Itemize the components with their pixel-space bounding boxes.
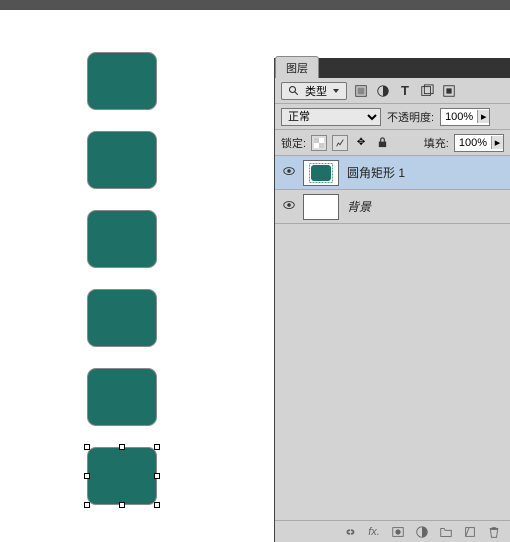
chevron-right-icon: ▸ bbox=[491, 136, 503, 149]
transform-handle[interactable] bbox=[154, 473, 160, 479]
layer-name[interactable]: 背景 bbox=[347, 198, 371, 215]
rounded-rect-shape[interactable] bbox=[87, 289, 157, 347]
transform-handle[interactable] bbox=[84, 444, 90, 450]
filter-type-text-icon[interactable]: T bbox=[397, 83, 413, 99]
filter-smartobject-icon[interactable] bbox=[441, 83, 457, 99]
blend-mode-select[interactable]: 正常 bbox=[281, 108, 381, 126]
chevron-right-icon: ▸ bbox=[477, 110, 489, 123]
lock-brush-icon[interactable] bbox=[332, 135, 348, 151]
search-icon bbox=[286, 83, 302, 99]
lock-row: 锁定: ✥ 填充: 100% ▸ bbox=[275, 130, 510, 156]
rounded-rect-shape[interactable] bbox=[87, 447, 157, 505]
layer-row[interactable]: 圆角矩形 1 bbox=[275, 156, 510, 190]
blend-row: 正常 不透明度: 100% ▸ bbox=[275, 104, 510, 130]
group-icon[interactable] bbox=[438, 524, 454, 540]
link-layers-icon[interactable] bbox=[342, 524, 358, 540]
fx-icon[interactable]: fx. bbox=[366, 524, 382, 540]
layer-row[interactable]: 背景 bbox=[275, 190, 510, 224]
visibility-eye-icon[interactable] bbox=[275, 164, 303, 181]
layer-thumbnail[interactable] bbox=[303, 160, 339, 186]
transform-handle[interactable] bbox=[84, 473, 90, 479]
filter-pixel-icon[interactable] bbox=[353, 83, 369, 99]
chevron-down-icon bbox=[330, 84, 342, 98]
new-layer-icon[interactable] bbox=[462, 524, 478, 540]
opacity-input[interactable]: 100% ▸ bbox=[440, 108, 490, 126]
rounded-rect-shape[interactable] bbox=[87, 131, 157, 189]
panel-footer: fx. bbox=[275, 520, 510, 542]
delete-icon[interactable] bbox=[486, 524, 502, 540]
layers-list: 圆角矩形 1 背景 bbox=[275, 156, 510, 520]
canvas-area[interactable] bbox=[0, 10, 274, 542]
rounded-rect-shape[interactable] bbox=[87, 52, 157, 110]
transform-handle[interactable] bbox=[119, 502, 125, 508]
tab-layers[interactable]: 图层 bbox=[275, 56, 319, 78]
filter-adjustment-icon[interactable] bbox=[375, 83, 391, 99]
layer-name[interactable]: 圆角矩形 1 bbox=[347, 164, 405, 181]
lock-move-icon[interactable]: ✥ bbox=[353, 135, 369, 151]
transform-handle[interactable] bbox=[119, 444, 125, 450]
layer-thumbnail[interactable] bbox=[303, 194, 339, 220]
rounded-rect-shape[interactable] bbox=[87, 210, 157, 268]
transform-handle[interactable] bbox=[154, 502, 160, 508]
rounded-rect-shape[interactable] bbox=[87, 368, 157, 426]
panel-tabs: 图层 bbox=[275, 58, 510, 78]
lock-label: 锁定: bbox=[281, 135, 306, 151]
fill-input[interactable]: 100% ▸ bbox=[454, 134, 504, 152]
lock-transparent-icon[interactable] bbox=[311, 135, 327, 151]
opacity-label: 不透明度: bbox=[387, 109, 434, 125]
filter-label: 类型 bbox=[305, 83, 327, 99]
visibility-eye-icon[interactable] bbox=[275, 198, 303, 215]
transform-handle[interactable] bbox=[84, 502, 90, 508]
transform-handle[interactable] bbox=[154, 444, 160, 450]
layers-panel: 图层 类型 T 正常 不透明度: 100% ▸ bbox=[274, 58, 510, 542]
app-topbar bbox=[0, 0, 510, 10]
filter-shape-icon[interactable] bbox=[419, 83, 435, 99]
mask-icon[interactable] bbox=[390, 524, 406, 540]
fill-label: 填充: bbox=[424, 135, 449, 151]
filter-type-dropdown[interactable]: 类型 bbox=[281, 82, 347, 100]
adjustment-layer-icon[interactable] bbox=[414, 524, 430, 540]
lock-all-icon[interactable] bbox=[374, 135, 390, 151]
filter-row: 类型 T bbox=[275, 78, 510, 104]
